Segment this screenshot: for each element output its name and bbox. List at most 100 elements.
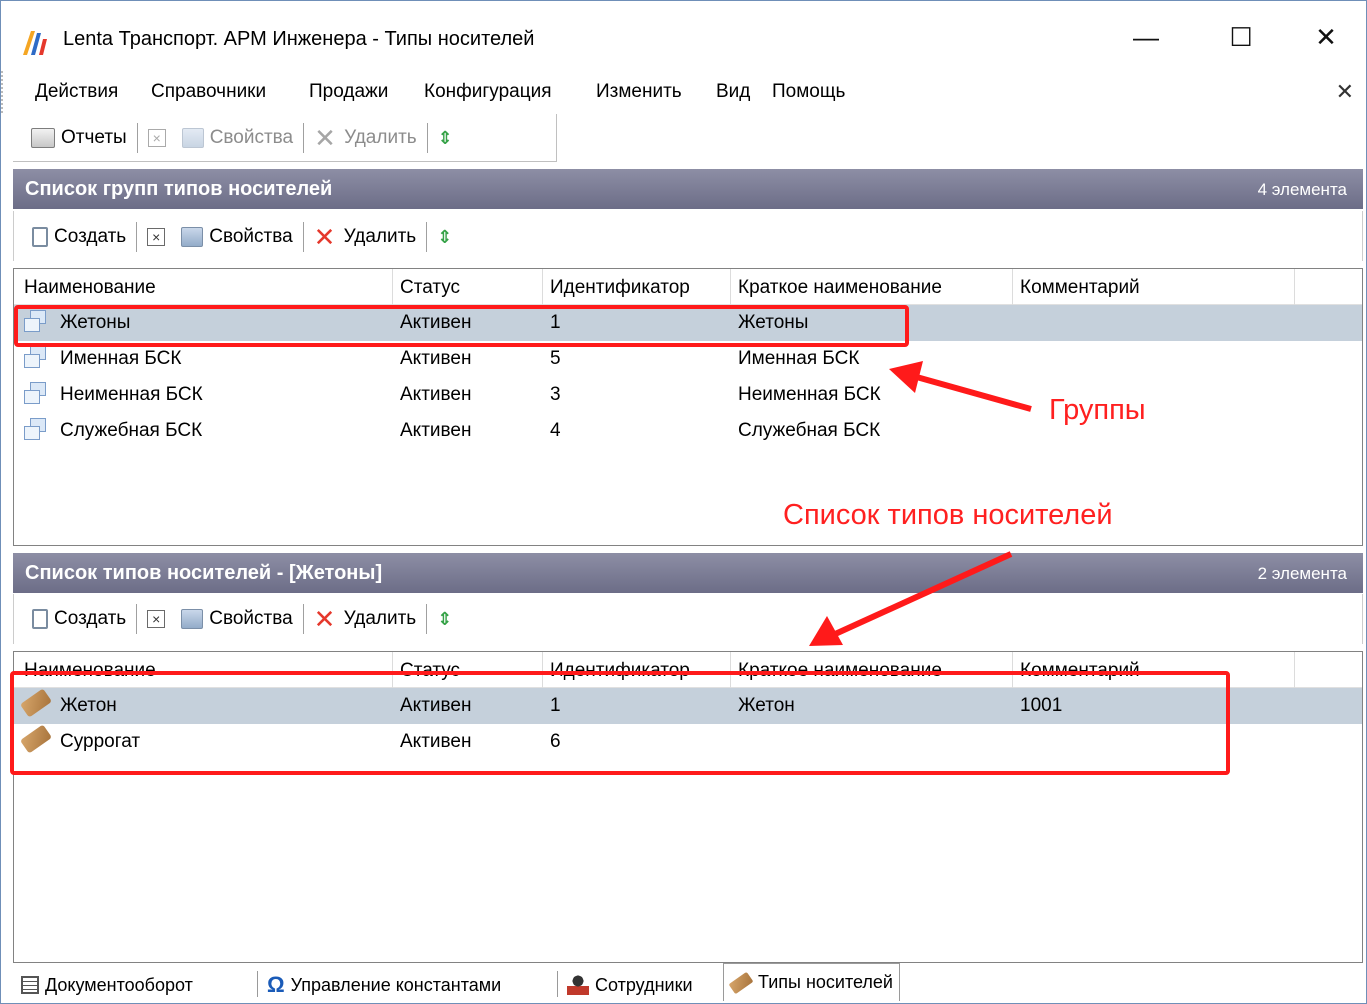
cell-status: Активен [400,420,472,441]
column-divider[interactable] [392,269,393,305]
cell-short-name: Именная БСК [738,348,860,369]
menu-sales[interactable]: Продажи [309,81,388,103]
annotation-label-groups: Группы [1049,394,1146,426]
app-window: Lenta Транспорт. АРМ Инженера - Типы нос… [0,0,1367,1004]
properties-button[interactable]: Свойства [174,120,301,156]
column-divider[interactable] [730,269,731,305]
properties-icon [181,128,204,148]
menu-edit[interactable]: Изменить [596,81,682,103]
cell-id: 3 [550,384,561,405]
toolbar-separator [302,222,304,252]
cell-name: Неименная БСК [60,384,203,405]
tab-carrier-types[interactable]: Типы носителей [723,963,900,1001]
cell-name: Служебная БСК [60,420,203,441]
delete-icon: ✕ [313,222,336,252]
cell-id: 4 [550,420,561,441]
delete-button[interactable]: ✕ Удалить [306,120,425,156]
reports-button[interactable]: Отчеты [23,120,135,156]
delete-label: Удалить [344,127,417,148]
menu-view[interactable]: Вид [716,81,750,103]
column-header-comment[interactable]: Комментарий [1020,277,1140,299]
groups-create-label: Создать [54,226,127,247]
table-row[interactable]: Служебная БСК Активен 4 Служебная БСК [14,413,1362,449]
document-flow-icon [21,976,39,994]
maximize-button[interactable]: ☐ [1211,15,1271,59]
bottom-tab-bar: Документооборот Ω Управление константами… [13,963,1363,1003]
column-header-short-name[interactable]: Краткое наименование [738,277,942,299]
types-properties-button[interactable]: Свойства [173,601,300,637]
toolbar-separator [426,604,428,634]
types-panel-header: Список типов носителей - [Жетоны] 2 элем… [13,553,1363,593]
toolbar-separator [136,222,138,252]
window-title: Lenta Транспорт. АРМ Инженера - Типы нос… [63,28,535,50]
types-delete-label: Удалить [343,608,417,629]
reports-label: Отчеты [61,127,127,148]
main-toolbar: Отчеты × Свойства ✕ Удалить ⇕ [13,114,557,162]
refresh-button[interactable]: ⇕ [430,120,461,156]
menu-references[interactable]: Справочники [151,81,266,103]
properties-icon [181,227,204,247]
column-divider[interactable] [1294,652,1295,688]
new-document-icon [32,227,48,247]
cell-name: Именная БСК [60,348,182,369]
column-divider[interactable] [542,269,543,305]
annotation-box-groups [14,305,909,347]
groups-grid-header: Наименование Статус Идентификатор Кратко… [14,269,1362,305]
toolbar-separator [136,123,138,153]
cell-short-name: Неименная БСК [738,384,881,405]
menu-help[interactable]: Помощь [772,81,845,103]
groups-panel-header: Список групп типов носителей 4 элемента [13,169,1363,209]
tab-document-flow[interactable]: Документооборот [15,967,199,1003]
cell-status: Активен [400,384,472,405]
types-create-button[interactable]: Создать [24,601,134,637]
tab-separator [257,971,258,997]
group-icon [22,382,48,408]
groups-delete-label: Удалить [343,226,417,247]
title-bar: Lenta Транспорт. АРМ Инженера - Типы нос… [1,1,1366,71]
types-panel-title: Список типов носителей - [Жетоны] [25,562,383,584]
close-button[interactable]: ✕ [1296,15,1356,59]
delete-icon: ✕ [314,123,336,153]
groups-refresh-button[interactable]: ⇕ [429,219,460,255]
cancel-button[interactable]: × [140,120,174,156]
close-box-icon: × [147,129,166,147]
mdi-close-icon[interactable]: ✕ [1336,79,1354,105]
cell-id: 5 [550,348,561,369]
groups-toolbar: Создать × Свойства ✕ Удалить ⇕ [13,211,1363,261]
tab-constants[interactable]: Ω Управление константами [261,967,507,1003]
reports-icon [31,128,55,148]
types-refresh-button[interactable]: ⇕ [429,601,460,637]
column-header-id[interactable]: Идентификатор [550,277,690,299]
properties-label: Свойства [209,127,294,148]
table-row[interactable]: Неименная БСК Активен 3 Неименная БСК [14,377,1362,413]
types-create-label: Создать [54,608,127,629]
delete-icon: ✕ [313,604,336,634]
tab-separator [557,971,558,997]
column-header-name[interactable]: Наименование [24,277,156,299]
toolbar-separator [426,123,428,153]
tab-label: Управление константами [290,974,502,995]
toolbar-separator [303,123,305,153]
cell-status: Активен [400,348,472,369]
types-cancel-button[interactable]: × [139,601,173,637]
column-divider[interactable] [1012,269,1013,305]
groups-create-button[interactable]: Создать [24,219,134,255]
menu-bar: Действия Справочники Продажи Конфигураци… [1,71,1366,113]
ticket-icon [728,971,754,994]
minimize-button[interactable]: — [1116,15,1176,59]
menu-actions[interactable]: Действия [35,81,118,103]
tab-employees[interactable]: Сотрудники [561,967,699,1003]
column-header-status[interactable]: Статус [400,277,460,299]
groups-delete-button[interactable]: ✕ Удалить [306,219,425,255]
groups-properties-button[interactable]: Свойства [173,219,300,255]
types-panel-count: 2 элемента [1257,564,1347,583]
group-icon [22,418,48,444]
annotation-label-types: Список типов носителей [783,499,1113,531]
menu-configuration[interactable]: Конфигурация [424,81,552,103]
tab-label: Типы носителей [758,972,893,992]
groups-cancel-button[interactable]: × [139,219,173,255]
column-divider[interactable] [1294,269,1295,305]
tab-label: Сотрудники [595,974,693,995]
types-delete-button[interactable]: ✕ Удалить [306,601,425,637]
group-icon [22,346,48,372]
